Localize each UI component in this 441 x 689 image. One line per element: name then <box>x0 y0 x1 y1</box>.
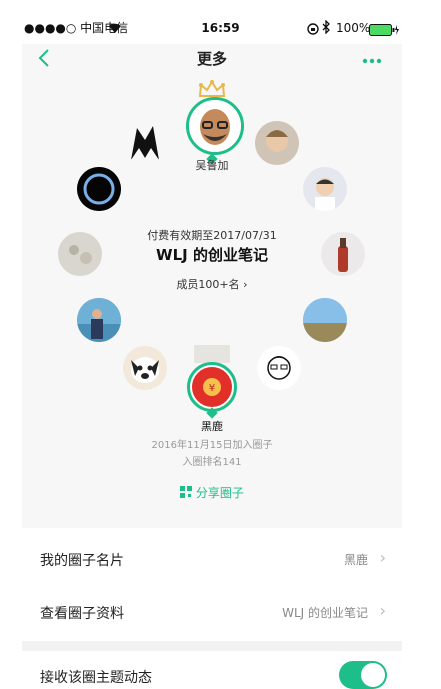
member-avatar[interactable] <box>77 167 121 211</box>
list-item[interactable]: 查看圈子资料 WLJ 的创业笔记 › <box>22 587 402 641</box>
page-title: 更多 <box>196 50 227 68</box>
rotation-lock-icon <box>307 20 319 39</box>
placeholder-card <box>194 345 230 363</box>
owner-name: 吴鲁加 <box>195 159 229 172</box>
chevron-right-icon: › <box>379 601 386 620</box>
member-avatar[interactable] <box>123 346 167 390</box>
member-avatar[interactable] <box>303 167 347 211</box>
svg-text:¥: ¥ <box>209 383 215 394</box>
more-button[interactable] <box>362 50 382 69</box>
list-item[interactable]: 我的圈子名片 黑鹿 › <box>22 534 402 587</box>
my-name: 黑鹿 <box>201 420 223 433</box>
join-date: 2016年11月15日加入圈子 <box>151 440 273 451</box>
more-dots-icon <box>362 58 382 64</box>
member-avatar[interactable] <box>123 120 167 164</box>
member-avatar[interactable] <box>303 298 347 342</box>
members-link[interactable]: 成员100+名 › <box>162 276 262 292</box>
row-value: 黑鹿 <box>343 553 368 567</box>
toggle-label: 接收该圈主题动态 <box>40 670 152 686</box>
members-count: 成员100+名 <box>176 278 240 291</box>
settings-list: 我的圈子名片 黑鹿 › 查看圈子资料 WLJ 的创业笔记 › <box>22 534 402 641</box>
toggle-knob <box>361 663 385 687</box>
qrcode-icon <box>180 486 196 500</box>
bluetooth-icon <box>322 19 331 38</box>
section-divider <box>22 641 402 651</box>
battery-icon <box>369 21 399 40</box>
share-label: 分享圈子 <box>195 486 244 500</box>
row-label: 查看圈子资料 <box>40 606 124 622</box>
join-rank: 入圈排名141 <box>182 457 242 468</box>
status-bar: ●●●●○ 中国电信 16:59 100% <box>0 0 441 44</box>
toggle-row: 接收该圈主题动态 <box>22 651 402 689</box>
row-value: WLJ 的创业笔记 <box>282 606 368 620</box>
circle-panel: 吴鲁加 付费有效期至2017/07/31 WLJ 的创业笔记 成员100+名 ›… <box>22 78 402 528</box>
member-avatar[interactable] <box>257 346 301 390</box>
member-avatar[interactable] <box>77 298 121 342</box>
row-label: 我的圈子名片 <box>40 553 124 569</box>
validity-text: 付费有效期至2017/07/31 <box>147 229 277 242</box>
chevron-right-icon: › <box>243 278 248 291</box>
my-avatar[interactable]: ¥ <box>187 362 237 412</box>
owner-avatar[interactable] <box>186 97 244 155</box>
chevron-right-icon: › <box>379 548 386 567</box>
circle-title: WLJ 的创业笔记 <box>156 246 268 264</box>
battery-label: 100% <box>336 21 371 35</box>
member-avatar[interactable] <box>255 121 299 165</box>
share-circle-button[interactable]: 分享圈子 <box>172 484 252 501</box>
nav-bar: 更多 <box>22 44 402 79</box>
receive-updates-toggle[interactable] <box>339 661 387 689</box>
